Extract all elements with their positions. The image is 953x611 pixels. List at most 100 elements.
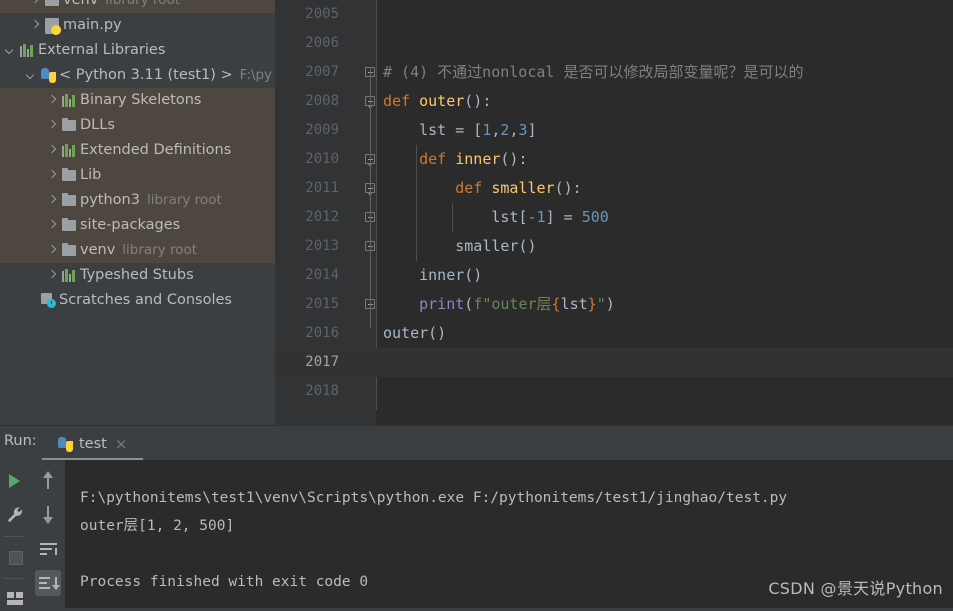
- editor-gutter[interactable]: 2005 2006 2007 2008 2009 2010 2011 2012 2013 2014…: [275, 0, 953, 425]
- tree-item-python-3-11-test1[interactable]: < Python 3.11 (test1) > F:\py: [0, 63, 275, 88]
- tree-item-sublabel: library root: [146, 192, 222, 208]
- code-token: 500: [581, 208, 609, 226]
- fold-connector-line: [370, 67, 371, 328]
- code-token: smaller(): [383, 237, 537, 255]
- run-tab-bar: Run: test ×: [0, 425, 953, 461]
- line-number: 2017: [305, 354, 339, 370]
- tree-item-sublabel: library root: [122, 242, 198, 258]
- code-line[interactable]: def outer():: [383, 87, 491, 116]
- folder-icon: [60, 213, 80, 238]
- line-number: 2013: [305, 238, 339, 254]
- folder-icon: [60, 238, 80, 263]
- scratches-icon: [39, 288, 59, 313]
- code-token: inner(): [383, 266, 483, 284]
- run-toolbar-right: [30, 460, 65, 611]
- chevron-right-icon[interactable]: [29, 13, 43, 38]
- toolbar-divider: [3, 578, 25, 579]
- tree-item-extended-definitions[interactable]: Extended Definitions: [0, 138, 275, 163]
- csdn-watermark: CSDN @景天说Python: [768, 579, 943, 598]
- editor-area[interactable]: 2005 2006 2007 2008 2009 2010 2011 2012 2013 2014…: [275, 0, 953, 425]
- chevron-right-icon[interactable]: [46, 263, 60, 288]
- tree-item-sublabel: F:\py: [239, 67, 273, 83]
- tree-item-site-packages[interactable]: site-packages: [0, 213, 275, 238]
- code-token: def: [419, 150, 456, 168]
- chevron-right-icon[interactable]: [29, 0, 43, 13]
- tree-item-label: venv: [80, 242, 116, 258]
- tree-item-typeshed-stubs[interactable]: Typeshed Stubs: [0, 263, 275, 288]
- close-icon[interactable]: ×: [115, 436, 128, 452]
- arrow-up-icon: [43, 471, 53, 489]
- code-token: ): [605, 295, 615, 313]
- project-tool-window[interactable]: venv library root main.py External Librarie…: [0, 0, 275, 425]
- tree-item-external-libraries[interactable]: External Libraries: [0, 38, 275, 63]
- chevron-right-icon[interactable]: [46, 163, 60, 188]
- library-bars-icon: [18, 38, 38, 63]
- tree-item-label: venv: [63, 0, 99, 8]
- indent-guide: [416, 145, 417, 261]
- pycharm-window: venv library root main.py External Librarie…: [0, 0, 953, 611]
- tree-item-binary-skeletons[interactable]: Binary Skeletons: [0, 88, 275, 113]
- code-line[interactable]: def inner():: [383, 145, 527, 174]
- code-line[interactable]: def smaller():: [383, 174, 581, 203]
- tree-item-label: Lib: [80, 167, 102, 183]
- run-tabbar-top-divider: [0, 425, 953, 426]
- line-number: 2011: [305, 180, 339, 196]
- tree-item-label: External Libraries: [38, 42, 166, 58]
- sidebar-hscrollbar-track[interactable]: [0, 417, 275, 425]
- layout-icon: [7, 592, 23, 605]
- code-line[interactable]: print(f"outer层{lst}"): [383, 290, 615, 319]
- tree-item-label: main.py: [63, 17, 122, 33]
- folder-icon: [60, 163, 80, 188]
- down-the-stack-trace-button[interactable]: [35, 502, 61, 528]
- code-line[interactable]: # (4) 不通过nonlocal 是否可以修改局部变量呢？是可以的: [383, 58, 803, 87]
- chevron-down-icon[interactable]: [25, 63, 39, 88]
- editor-code[interactable]: # (4) 不通过nonlocal 是否可以修改局部变量呢？是可以的 def ou…: [376, 0, 953, 425]
- line-number: 2014: [305, 267, 339, 283]
- tree-item-venv[interactable]: venv library root: [0, 0, 275, 13]
- chevron-right-icon[interactable]: [46, 188, 60, 213]
- run-tab-test[interactable]: test ×: [57, 430, 127, 458]
- tree-item-python3[interactable]: python3 library root: [0, 188, 275, 213]
- chevron-down-icon[interactable]: [4, 38, 18, 63]
- library-bars-icon: [60, 138, 80, 163]
- run-panel: Run: test × F:\pythonitems\test1\venv\Sc…: [0, 425, 953, 611]
- up-the-stack-trace-button[interactable]: [35, 468, 61, 494]
- tree-item-label: Binary Skeletons: [80, 92, 202, 108]
- current-line-highlight: [376, 348, 953, 377]
- stop-button[interactable]: [2, 544, 28, 570]
- line-number: 2009: [305, 122, 339, 138]
- tree-item-venv[interactable]: venv library root: [0, 238, 275, 263]
- tree-item-label: site-packages: [80, 217, 181, 233]
- scroll-to-end-button[interactable]: [35, 570, 61, 596]
- chevron-right-icon[interactable]: [46, 88, 60, 113]
- soft-wrap-button[interactable]: [35, 536, 61, 562]
- code-token: smaller: [491, 179, 555, 197]
- chevron-right-icon[interactable]: [46, 138, 60, 163]
- run-settings-button[interactable]: [2, 502, 28, 528]
- line-number: 2010: [305, 151, 339, 167]
- code-line[interactable]: lst = [1,2,3]: [383, 116, 536, 145]
- tree-item-scratches-and-consoles[interactable]: Scratches and Consoles: [0, 288, 275, 313]
- code-token: }: [587, 295, 597, 313]
- code-line[interactable]: smaller(): [383, 232, 537, 261]
- code-line[interactable]: outer(): [383, 319, 446, 348]
- chevron-right-icon[interactable]: [46, 113, 60, 138]
- tree-item-sublabel: library root: [105, 0, 181, 8]
- python-icon: [57, 436, 74, 453]
- tree-item-label: Typeshed Stubs: [80, 267, 194, 283]
- folder-icon: [60, 113, 80, 138]
- play-icon: [9, 474, 20, 488]
- run-toolbar-left: [0, 460, 30, 611]
- chevron-right-icon[interactable]: [46, 213, 60, 238]
- chevron-right-icon[interactable]: [46, 238, 60, 263]
- tree-item-main-py[interactable]: main.py: [0, 13, 275, 38]
- line-number: 2018: [305, 383, 339, 399]
- rerun-button[interactable]: [2, 468, 28, 494]
- tree-item-lib[interactable]: Lib: [0, 163, 275, 188]
- tree-item-dlls[interactable]: DLLs: [0, 113, 275, 138]
- line-number: 2012: [305, 209, 339, 225]
- code-line[interactable]: inner(): [383, 261, 482, 290]
